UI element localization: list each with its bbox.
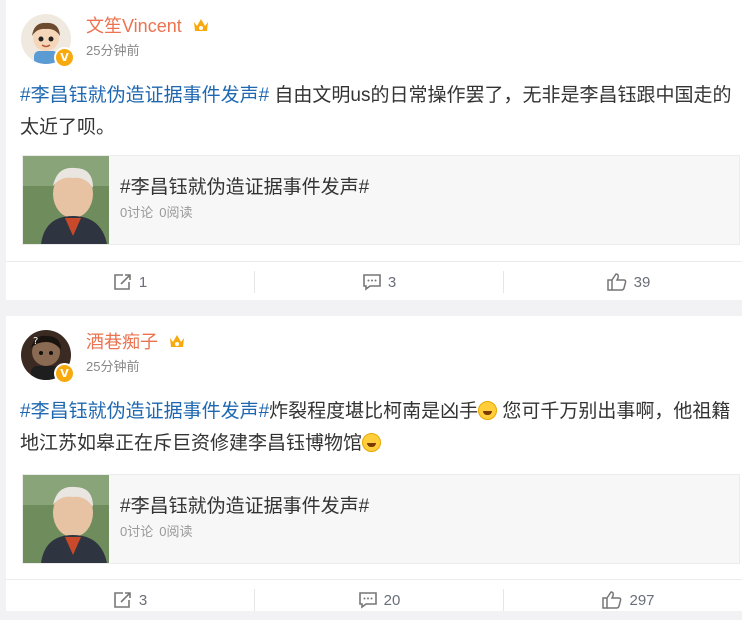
comment-icon <box>358 592 377 609</box>
like-count: 39 <box>633 273 651 291</box>
topic-link[interactable]: #李昌钰就伪造证据事件发声# <box>20 85 269 106</box>
vip-crown-icon <box>192 17 210 38</box>
topic-card-thumbnail <box>23 475 109 563</box>
laugh-cry-emoji-icon <box>362 433 382 452</box>
discuss-count: 0讨论 <box>120 524 154 539</box>
like-count: 297 <box>629 591 655 609</box>
post-time[interactable]: 25分钟前 <box>86 359 139 375</box>
username[interactable]: 酒巷痴子 <box>86 330 158 354</box>
like-button[interactable]: 297 <box>504 580 742 620</box>
svg-text:?: ? <box>33 336 38 347</box>
weibo-post: ? V 酒巷痴子 25分钟前 #李昌钰就伪造证据事件发声#炸裂程度堪比柯南是凶手… <box>6 316 742 611</box>
post-text: #李昌钰就伪造证据事件发声#炸裂程度堪比柯南是凶手 您可千万别出事啊，他祖籍地江… <box>20 396 732 460</box>
post-body: 炸裂程度堪比柯南是凶手 <box>269 401 479 422</box>
topic-card-stats: 0讨论 0阅读 <box>120 205 192 221</box>
post-time[interactable]: 25分钟前 <box>86 43 139 59</box>
topic-card[interactable]: #李昌钰就伪造证据事件发声# 0讨论 0阅读 <box>22 155 740 245</box>
repost-icon <box>114 592 131 608</box>
repost-button[interactable]: 3 <box>6 580 254 620</box>
repost-icon <box>114 274 131 290</box>
repost-count: 3 <box>138 591 148 609</box>
topic-card-thumbnail <box>23 156 109 244</box>
topic-card-stats: 0讨论 0阅读 <box>120 524 192 540</box>
comment-button[interactable]: 3 <box>255 262 503 302</box>
like-button[interactable]: 39 <box>504 262 742 302</box>
thumbs-up-icon <box>606 273 626 291</box>
vip-crown-icon <box>168 333 186 354</box>
verified-badge-icon: V <box>54 47 75 68</box>
read-count: 0阅读 <box>159 524 193 539</box>
discuss-count: 0讨论 <box>120 205 154 220</box>
thumbs-up-icon <box>602 591 622 609</box>
comment-icon <box>363 274 381 291</box>
post-text: #李昌钰就伪造证据事件发声# 自由文明us的日常操作罢了，无非是李昌钰跟中国走的… <box>20 80 732 144</box>
topic-card-title: #李昌钰就伪造证据事件发声# <box>120 496 370 517</box>
topic-link[interactable]: #李昌钰就伪造证据事件发声# <box>20 401 269 422</box>
laugh-cry-emoji-icon <box>478 401 498 420</box>
username[interactable]: 文笙Vincent <box>86 14 182 38</box>
comment-button[interactable]: 20 <box>255 580 503 620</box>
topic-card[interactable]: #李昌钰就伪造证据事件发声# 0讨论 0阅读 <box>22 474 740 564</box>
repost-button[interactable]: 1 <box>6 262 254 302</box>
read-count: 0阅读 <box>159 205 193 220</box>
topic-card-title: #李昌钰就伪造证据事件发声# <box>120 177 370 198</box>
repost-count: 1 <box>138 273 148 291</box>
weibo-post: V 文笙Vincent 25分钟前 #李昌钰就伪造证据事件发声# 自由文明us的… <box>6 0 742 300</box>
comment-count: 3 <box>387 273 397 291</box>
verified-badge-icon: V <box>54 363 75 384</box>
comment-count: 20 <box>383 591 401 609</box>
